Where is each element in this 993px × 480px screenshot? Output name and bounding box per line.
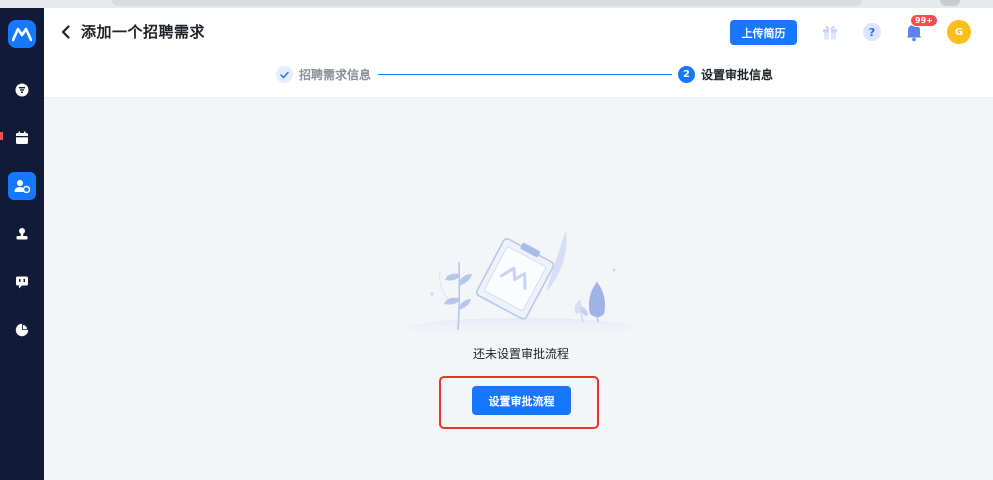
pie-chart-icon — [15, 323, 29, 337]
back-button[interactable] — [58, 22, 72, 42]
empty-state-message: 还未设置审批流程 — [472, 347, 569, 361]
step-2: 2 设置审批信息 — [678, 66, 773, 83]
sidebar-item-funnel[interactable] — [8, 76, 36, 104]
avatar[interactable]: G — [947, 20, 971, 44]
help-button[interactable]: ? — [862, 22, 882, 42]
indicator-mark — [0, 132, 3, 140]
page-title: 添加一个招聘需求 — [81, 23, 206, 41]
sidebar — [0, 8, 44, 480]
question-icon: ? — [863, 23, 881, 41]
sidebar-item-recruit[interactable] — [8, 172, 36, 200]
empty-state-illustration — [409, 230, 633, 338]
step-2-number: 2 — [678, 66, 695, 83]
address-bar[interactable] — [112, 0, 862, 6]
check-icon — [276, 66, 293, 83]
gift-button[interactable] — [820, 22, 840, 42]
funnel-icon — [15, 83, 29, 97]
notification-badge: 99+ — [910, 14, 938, 27]
chat-icon — [16, 276, 28, 289]
person-stamp-icon — [16, 228, 28, 240]
page-header: 添加一个招聘需求 上传简历 ? 99+ G 招聘需求信息 2 设置审批信息 — [44, 8, 993, 98]
calendar-icon — [16, 131, 28, 144]
sidebar-item-reports[interactable] — [8, 316, 36, 344]
browser-control[interactable] — [940, 0, 960, 6]
browser-strip — [0, 0, 993, 8]
upload-resume-button[interactable]: 上传简历 — [730, 20, 797, 45]
setup-approval-button[interactable]: 设置审批流程 — [472, 386, 571, 415]
chevron-left-icon — [61, 25, 70, 39]
app-logo-icon[interactable] — [8, 20, 36, 48]
sidebar-item-candidates[interactable] — [8, 220, 36, 248]
user-add-icon — [14, 180, 30, 193]
step-2-label: 设置审批信息 — [701, 68, 774, 82]
sidebar-item-calendar[interactable] — [8, 124, 36, 152]
step-connector — [378, 74, 672, 75]
step-1: 招聘需求信息 — [276, 66, 371, 83]
sidebar-item-messages[interactable] — [8, 268, 36, 296]
step-1-label: 招聘需求信息 — [299, 68, 372, 82]
gift-icon — [823, 25, 837, 40]
